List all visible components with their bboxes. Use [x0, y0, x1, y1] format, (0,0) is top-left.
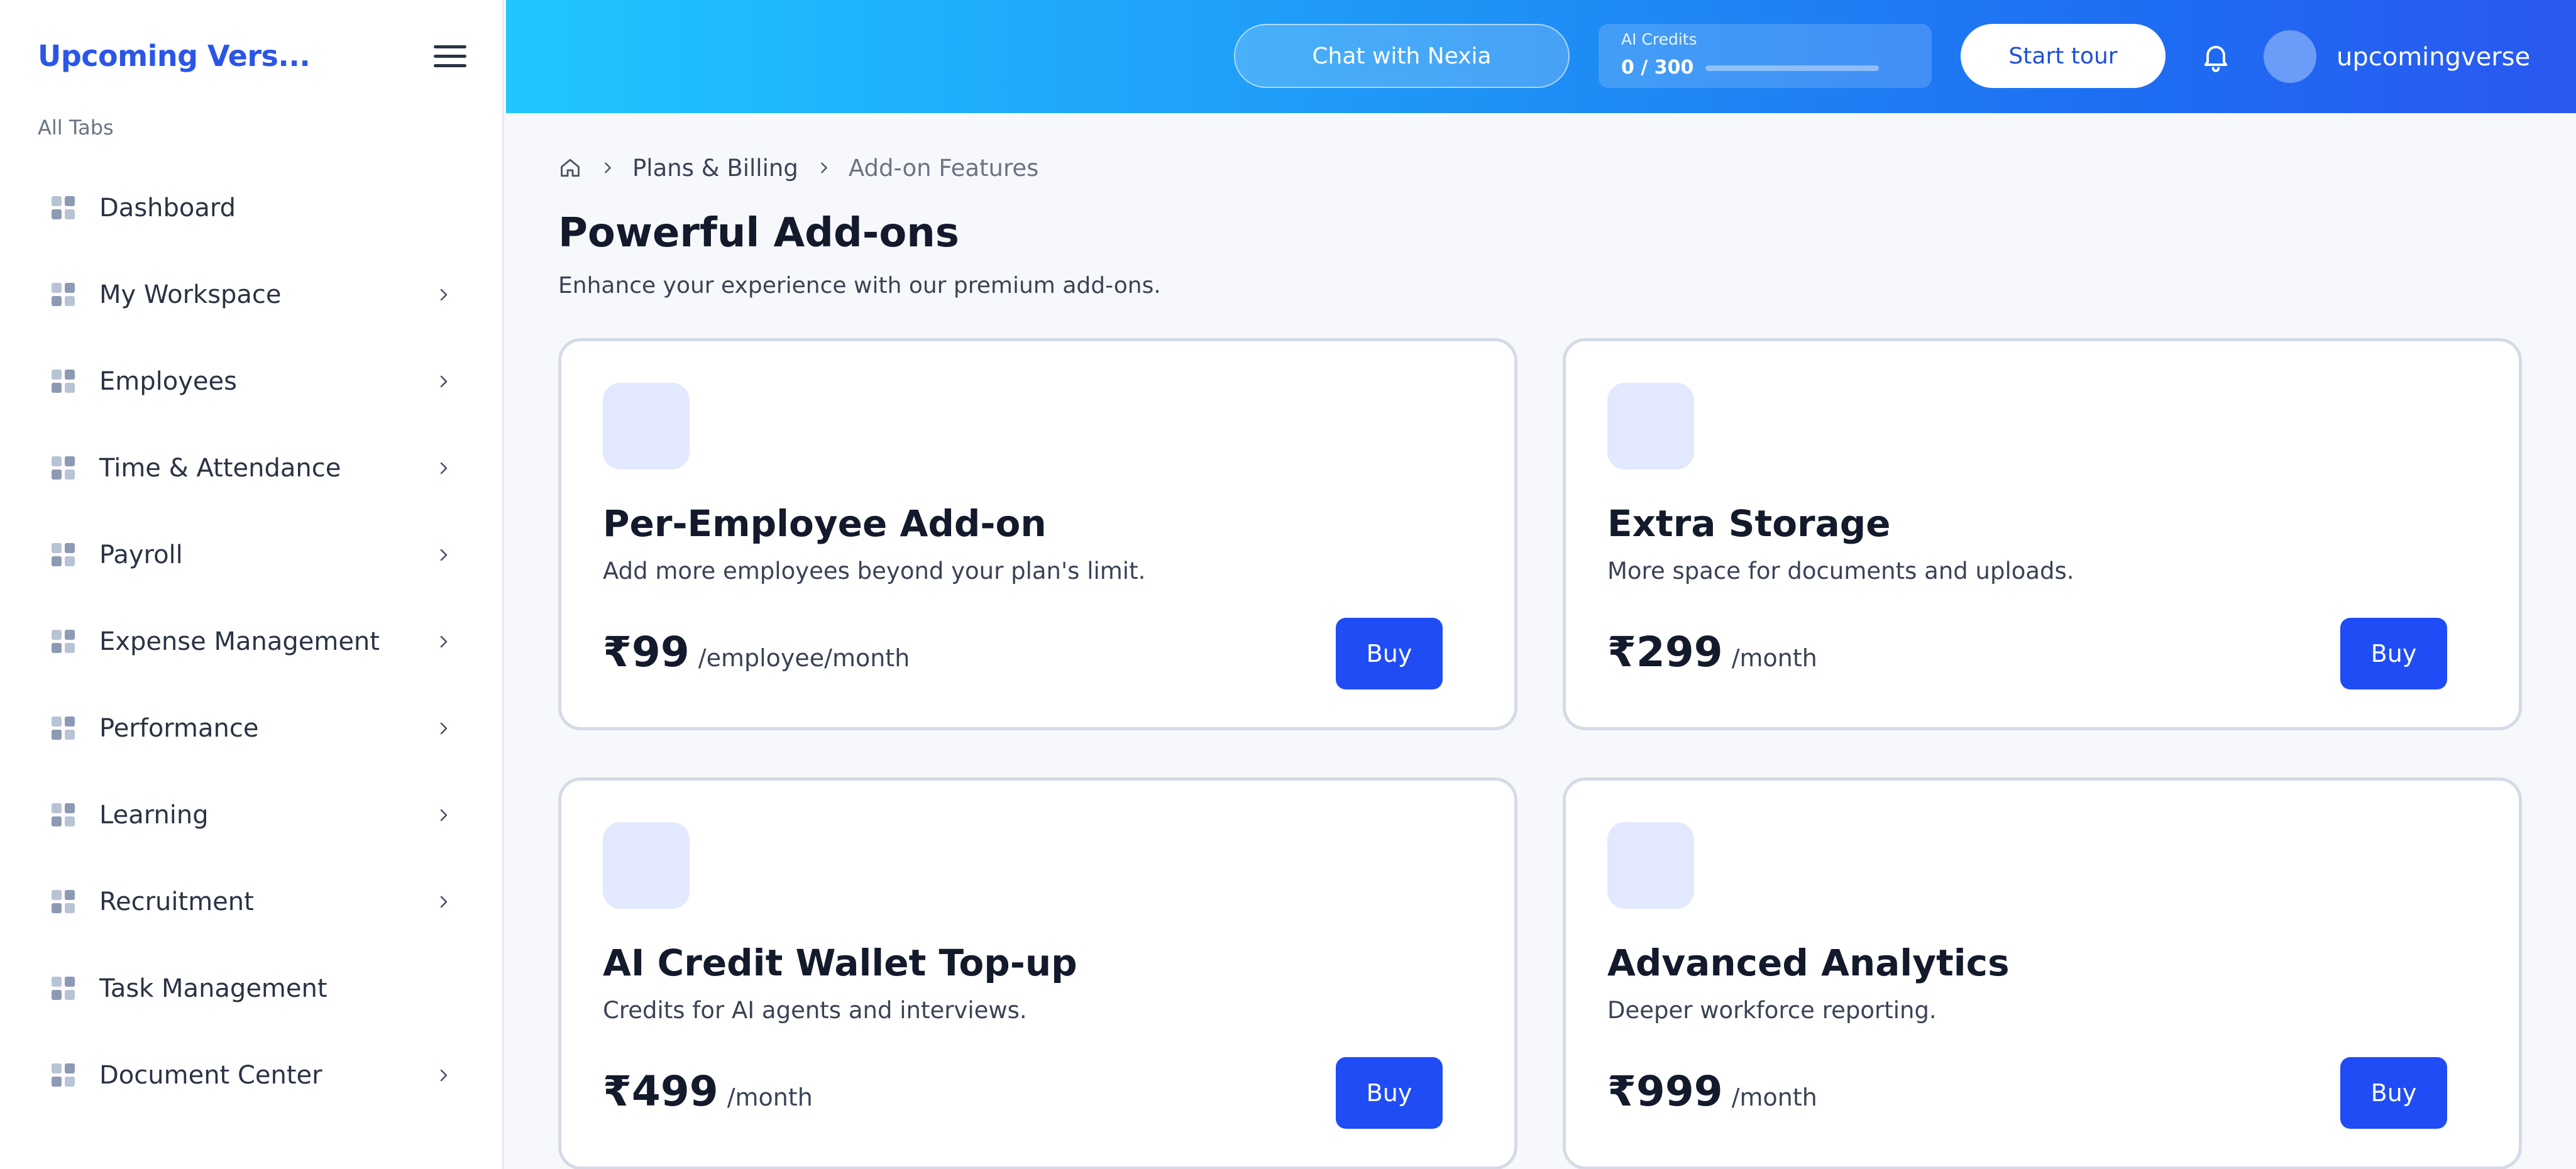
buy-button[interactable]: Buy [2340, 1057, 2447, 1129]
grid-icon [52, 196, 75, 220]
bell-icon[interactable] [2199, 40, 2232, 73]
chevron-right-icon [440, 1069, 448, 1082]
chevron-right-icon [440, 549, 448, 561]
addon-price: ₹99 /employee/month [603, 628, 910, 676]
avatar[interactable] [2264, 30, 2316, 83]
sidebar-item-label: Time & Attendance [99, 454, 341, 483]
addon-price: ₹999 /month [1607, 1067, 1817, 1116]
sidebar-item-label: My Workspace [99, 280, 282, 309]
grid-icon [52, 630, 75, 654]
username[interactable]: upcomingverse [2337, 43, 2530, 72]
chevron-right-icon [605, 162, 611, 173]
ai-credits-widget[interactable]: AI Credits 0 / 300 [1599, 24, 1932, 88]
addon-card-per-employee: Per-Employee Add-on Add more employees b… [558, 338, 1517, 730]
buy-button[interactable]: Buy [1336, 618, 1443, 689]
sidebar-item-recruitment[interactable]: Recruitment [0, 859, 503, 945]
grid-icon [52, 803, 75, 827]
sidebar-item-label: Dashboard [99, 194, 236, 222]
sidebar-item-label: Learning [99, 801, 209, 830]
grid-icon [52, 977, 75, 1001]
addon-description: Deeper workforce reporting. [1607, 997, 1937, 1024]
sidebar-item-label: Task Management [99, 974, 328, 1003]
sidebar: Upcoming Vers... All Tabs Dashboard My W… [0, 0, 504, 1169]
sidebar-item-expense-management[interactable]: Expense Management [0, 598, 503, 685]
chevron-right-icon [820, 162, 827, 173]
sidebar-nav: Dashboard My Workspace Employees Time & … [0, 165, 503, 1119]
sidebar-item-label: Expense Management [99, 627, 380, 656]
chevron-right-icon [440, 288, 448, 301]
page-subtitle: Enhance your experience with our premium… [558, 273, 1161, 299]
sidebar-item-label: Performance [99, 714, 259, 743]
addon-icon-placeholder [603, 383, 690, 469]
chevron-right-icon [440, 896, 448, 908]
sidebar-item-label: Document Center [99, 1061, 322, 1090]
menu-toggle-icon[interactable] [434, 45, 466, 70]
chevron-right-icon [440, 462, 448, 475]
price-unit: /month [1731, 644, 1817, 672]
price-value: ₹499 [603, 1067, 718, 1116]
home-icon[interactable] [558, 156, 582, 180]
price-unit: /employee/month [698, 644, 910, 672]
grid-icon [52, 283, 75, 307]
breadcrumb-current: Add-on Features [848, 154, 1039, 182]
price-unit: /month [1731, 1084, 1817, 1111]
addon-description: Add more employees beyond your plan's li… [603, 557, 1146, 584]
ai-credits-label: AI Credits [1621, 30, 1697, 48]
addon-description: Credits for AI agents and interviews. [603, 997, 1027, 1024]
price-value: ₹999 [1607, 1067, 1723, 1116]
start-tour-button[interactable]: Start tour [1961, 24, 2166, 88]
sidebar-item-performance[interactable]: Performance [0, 685, 503, 772]
ai-credits-value: 0 / 300 [1621, 57, 1694, 79]
sidebar-item-dashboard[interactable]: Dashboard [0, 165, 503, 251]
sidebar-item-time-attendance[interactable]: Time & Attendance [0, 425, 503, 512]
sidebar-item-document-center[interactable]: Document Center [0, 1032, 503, 1119]
sidebar-item-label: Recruitment [99, 887, 254, 916]
chevron-right-icon [440, 809, 448, 821]
sidebar-item-my-workspace[interactable]: My Workspace [0, 251, 503, 338]
sidebar-item-label: Payroll [99, 541, 183, 569]
buy-button[interactable]: Buy [2340, 618, 2447, 689]
sidebar-item-learning[interactable]: Learning [0, 772, 503, 859]
top-header: Chat with Nexia AI Credits 0 / 300 Start… [506, 0, 2576, 113]
addon-card-extra-storage: Extra Storage More space for documents a… [1563, 338, 2522, 730]
grid-icon [52, 716, 75, 740]
addon-title: Per-Employee Add-on [603, 502, 1047, 545]
addon-price: ₹499 /month [603, 1067, 813, 1116]
price-value: ₹299 [1607, 628, 1723, 676]
sidebar-item-label: Employees [99, 367, 237, 396]
addon-title: AI Credit Wallet Top-up [603, 941, 1077, 984]
grid-icon [52, 370, 75, 393]
grid-icon [52, 1063, 75, 1087]
addon-description: More space for documents and uploads. [1607, 557, 2074, 584]
addon-title: Advanced Analytics [1607, 941, 2010, 984]
chevron-right-icon [440, 722, 448, 735]
section-label: All Tabs [38, 116, 114, 140]
breadcrumb: Plans & Billing Add-on Features [558, 153, 1038, 182]
breadcrumb-plans-billing[interactable]: Plans & Billing [632, 155, 798, 182]
grid-icon [52, 543, 75, 567]
addon-icon-placeholder [1607, 383, 1694, 469]
chevron-right-icon [440, 375, 448, 388]
addon-card-advanced-analytics: Advanced Analytics Deeper workforce repo… [1563, 777, 2522, 1169]
addon-icon-placeholder [603, 822, 690, 909]
sidebar-item-task-management[interactable]: Task Management [0, 945, 503, 1032]
price-value: ₹99 [603, 628, 690, 676]
buy-button[interactable]: Buy [1336, 1057, 1443, 1129]
price-unit: /month [727, 1084, 813, 1111]
grid-icon [52, 890, 75, 914]
chat-button[interactable]: Chat with Nexia [1234, 24, 1570, 88]
ai-credits-progress [1705, 65, 1879, 71]
sidebar-item-payroll[interactable]: Payroll [0, 512, 503, 598]
addon-icon-placeholder [1607, 822, 1694, 909]
addon-card-ai-credit-topup: AI Credit Wallet Top-up Credits for AI a… [558, 777, 1517, 1169]
grid-icon [52, 456, 75, 480]
page-title: Powerful Add-ons [558, 210, 959, 256]
sidebar-item-employees[interactable]: Employees [0, 338, 503, 425]
addon-price: ₹299 /month [1607, 628, 1817, 676]
chevron-right-icon [440, 635, 448, 648]
brand-title[interactable]: Upcoming Vers... [38, 39, 311, 73]
addon-title: Extra Storage [1607, 502, 1891, 545]
